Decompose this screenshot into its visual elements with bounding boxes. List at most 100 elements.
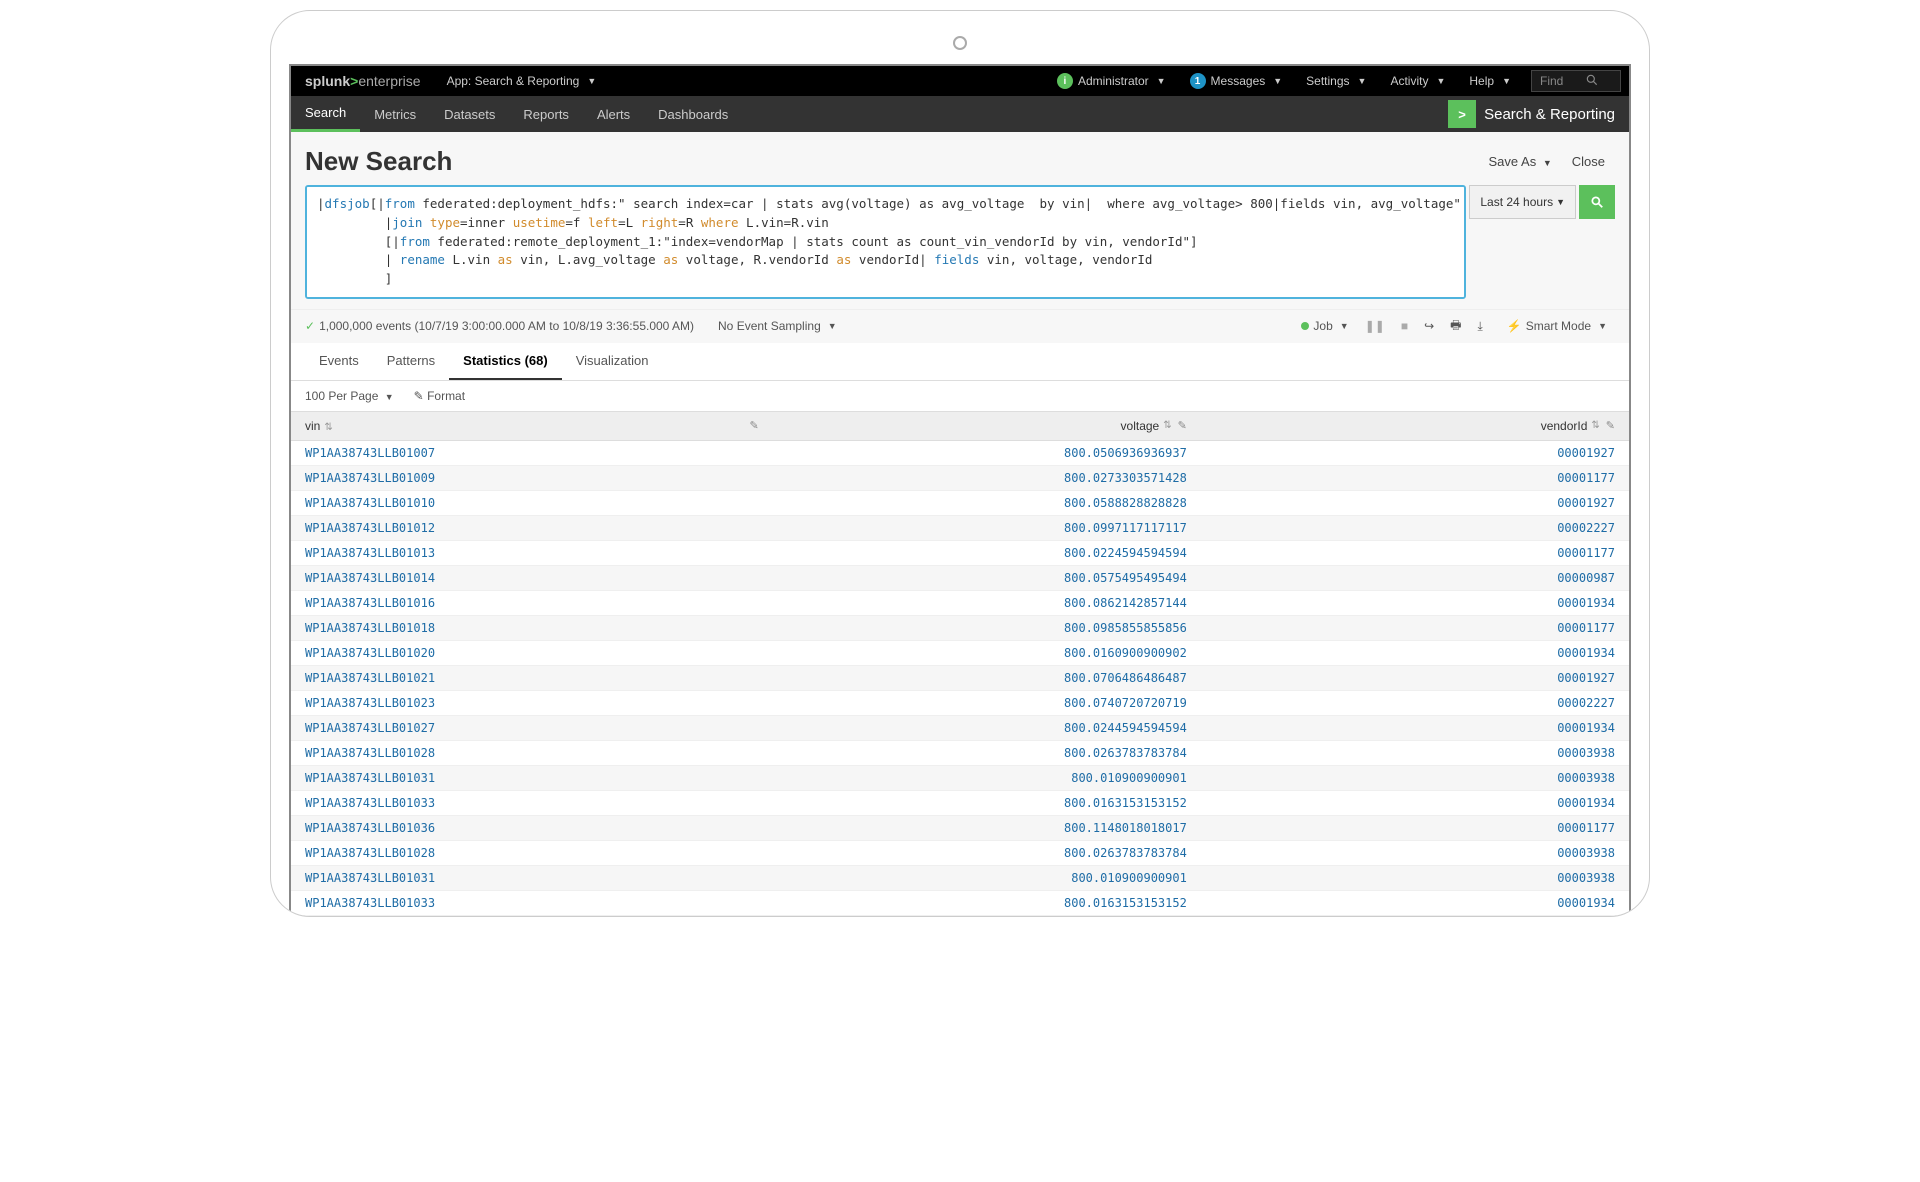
cell-voltage[interactable]: 800.0163153153152 bbox=[773, 790, 1201, 815]
search-query-input[interactable]: |dfsjob[|from federated:deployment_hdfs:… bbox=[305, 185, 1466, 299]
cell-vin[interactable]: WP1AA38743LLB01021 bbox=[291, 665, 773, 690]
cell-vendorid[interactable]: 00001934 bbox=[1201, 890, 1629, 915]
cell-vin[interactable]: WP1AA38743LLB01036 bbox=[291, 815, 773, 840]
cell-vendorid[interactable]: 00001934 bbox=[1201, 640, 1629, 665]
find-input[interactable]: Find bbox=[1531, 70, 1621, 92]
admin-menu[interactable]: i Administrator▼ bbox=[1045, 73, 1178, 89]
cell-vendorid[interactable]: 00002227 bbox=[1201, 690, 1629, 715]
search-submit-button[interactable] bbox=[1579, 185, 1615, 219]
per-page-selector[interactable]: 100 Per Page ▼ bbox=[305, 389, 394, 403]
tab-patterns[interactable]: Patterns bbox=[373, 343, 449, 380]
cell-vendorid[interactable]: 00001934 bbox=[1201, 590, 1629, 615]
table-row[interactable]: WP1AA38743LLB01028800.026378378378400003… bbox=[291, 840, 1629, 865]
cell-vin[interactable]: WP1AA38743LLB01020 bbox=[291, 640, 773, 665]
messages-menu[interactable]: 1 Messages▼ bbox=[1178, 73, 1295, 89]
cell-voltage[interactable]: 800.0706486486487 bbox=[773, 665, 1201, 690]
share-button[interactable]: ↪ bbox=[1416, 319, 1442, 333]
cell-voltage[interactable]: 800.0506936936937 bbox=[773, 440, 1201, 465]
table-row[interactable]: WP1AA38743LLB01023800.074072072071900002… bbox=[291, 690, 1629, 715]
cell-vin[interactable]: WP1AA38743LLB01031 bbox=[291, 865, 773, 890]
column-header-voltage[interactable]: voltage⇅ ✎ bbox=[773, 411, 1201, 440]
cell-vin[interactable]: WP1AA38743LLB01010 bbox=[291, 490, 773, 515]
print-button[interactable]: 🖶 bbox=[1442, 316, 1469, 337]
nav-search[interactable]: Search bbox=[291, 96, 360, 132]
tab-statistics[interactable]: Statistics (68) bbox=[449, 343, 562, 380]
export-button[interactable]: ⤓ bbox=[1469, 319, 1490, 334]
cell-vin[interactable]: WP1AA38743LLB01033 bbox=[291, 790, 773, 815]
cell-vendorid[interactable]: 00000987 bbox=[1201, 565, 1629, 590]
cell-vin[interactable]: WP1AA38743LLB01009 bbox=[291, 465, 773, 490]
cell-vendorid[interactable]: 00001934 bbox=[1201, 715, 1629, 740]
cell-vendorid[interactable]: 00003938 bbox=[1201, 740, 1629, 765]
cell-voltage[interactable]: 800.0263783783784 bbox=[773, 840, 1201, 865]
cell-vendorid[interactable]: 00003938 bbox=[1201, 765, 1629, 790]
cell-vendorid[interactable]: 00002227 bbox=[1201, 515, 1629, 540]
nav-reports[interactable]: Reports bbox=[509, 96, 583, 132]
table-row[interactable]: WP1AA38743LLB01033800.016315315315200001… bbox=[291, 790, 1629, 815]
table-row[interactable]: WP1AA38743LLB01009800.027330357142800001… bbox=[291, 465, 1629, 490]
cell-vendorid[interactable]: 00001177 bbox=[1201, 815, 1629, 840]
nav-datasets[interactable]: Datasets bbox=[430, 96, 509, 132]
cell-vendorid[interactable]: 00001927 bbox=[1201, 490, 1629, 515]
job-menu[interactable]: Job ▼ bbox=[1293, 319, 1356, 333]
column-header-vin[interactable]: vin⇅ ✎ bbox=[291, 411, 773, 440]
cell-vin[interactable]: WP1AA38743LLB01007 bbox=[291, 440, 773, 465]
table-row[interactable]: WP1AA38743LLB01021800.070648648648700001… bbox=[291, 665, 1629, 690]
table-row[interactable]: WP1AA38743LLB01020800.016090090090200001… bbox=[291, 640, 1629, 665]
cell-voltage[interactable]: 800.1148018018017 bbox=[773, 815, 1201, 840]
cell-vendorid[interactable]: 00003938 bbox=[1201, 840, 1629, 865]
help-menu[interactable]: Help▼ bbox=[1457, 74, 1523, 88]
cell-vin[interactable]: WP1AA38743LLB01016 bbox=[291, 590, 773, 615]
cell-voltage[interactable]: 800.0575495495494 bbox=[773, 565, 1201, 590]
cell-vendorid[interactable]: 00001177 bbox=[1201, 540, 1629, 565]
cell-vendorid[interactable]: 00001177 bbox=[1201, 615, 1629, 640]
cell-voltage[interactable]: 800.0862142857144 bbox=[773, 590, 1201, 615]
cell-vin[interactable]: WP1AA38743LLB01028 bbox=[291, 840, 773, 865]
event-sampling-menu[interactable]: No Event Sampling ▼ bbox=[710, 319, 845, 333]
cell-voltage[interactable]: 800.0997117117117 bbox=[773, 515, 1201, 540]
cell-voltage[interactable]: 800.0160900900902 bbox=[773, 640, 1201, 665]
cell-vin[interactable]: WP1AA38743LLB01023 bbox=[291, 690, 773, 715]
cell-vendorid[interactable]: 00003938 bbox=[1201, 865, 1629, 890]
nav-metrics[interactable]: Metrics bbox=[360, 96, 430, 132]
table-row[interactable]: WP1AA38743LLB01036800.114801801801700001… bbox=[291, 815, 1629, 840]
table-row[interactable]: WP1AA38743LLB01033800.016315315315200001… bbox=[291, 890, 1629, 915]
pause-button[interactable]: ❚❚ bbox=[1357, 319, 1393, 333]
cell-voltage[interactable]: 800.0263783783784 bbox=[773, 740, 1201, 765]
cell-voltage[interactable]: 800.0273303571428 bbox=[773, 465, 1201, 490]
table-row[interactable]: WP1AA38743LLB01018800.098585585585600001… bbox=[291, 615, 1629, 640]
column-header-vendorid[interactable]: vendorId⇅ ✎ bbox=[1201, 411, 1629, 440]
cell-voltage[interactable]: 800.0985855855856 bbox=[773, 615, 1201, 640]
search-mode-menu[interactable]: ⚡ Smart Mode ▼ bbox=[1499, 319, 1615, 333]
cell-vin[interactable]: WP1AA38743LLB01013 bbox=[291, 540, 773, 565]
activity-menu[interactable]: Activity▼ bbox=[1378, 74, 1457, 88]
pencil-icon[interactable]: ✎ bbox=[749, 419, 758, 432]
cell-voltage[interactable]: 800.010900900901 bbox=[773, 865, 1201, 890]
nav-alerts[interactable]: Alerts bbox=[583, 96, 644, 132]
cell-vendorid[interactable]: 00001927 bbox=[1201, 440, 1629, 465]
cell-vin[interactable]: WP1AA38743LLB01014 bbox=[291, 565, 773, 590]
table-row[interactable]: WP1AA38743LLB01027800.024459459459400001… bbox=[291, 715, 1629, 740]
cell-voltage[interactable]: 800.0588828828828 bbox=[773, 490, 1201, 515]
format-button[interactable]: ✎ Format bbox=[414, 389, 465, 403]
cell-vin[interactable]: WP1AA38743LLB01012 bbox=[291, 515, 773, 540]
cell-voltage[interactable]: 800.010900900901 bbox=[773, 765, 1201, 790]
cell-voltage[interactable]: 800.0244594594594 bbox=[773, 715, 1201, 740]
save-as-button[interactable]: Save As ▼ bbox=[1479, 154, 1562, 169]
pencil-icon[interactable]: ✎ bbox=[1606, 419, 1615, 432]
close-button[interactable]: Close bbox=[1562, 154, 1615, 169]
table-row[interactable]: WP1AA38743LLB01012800.099711711711700002… bbox=[291, 515, 1629, 540]
cell-vin[interactable]: WP1AA38743LLB01018 bbox=[291, 615, 773, 640]
table-row[interactable]: WP1AA38743LLB01013800.022459459459400001… bbox=[291, 540, 1629, 565]
table-row[interactable]: WP1AA38743LLB01007800.050693693693700001… bbox=[291, 440, 1629, 465]
pencil-icon[interactable]: ✎ bbox=[1178, 419, 1187, 432]
tab-events[interactable]: Events bbox=[305, 343, 373, 380]
nav-dashboards[interactable]: Dashboards bbox=[644, 96, 742, 132]
table-row[interactable]: WP1AA38743LLB01031800.010900900901000039… bbox=[291, 865, 1629, 890]
cell-voltage[interactable]: 800.0224594594594 bbox=[773, 540, 1201, 565]
time-range-picker[interactable]: Last 24 hours ▼ bbox=[1469, 185, 1576, 219]
stop-button[interactable]: ■ bbox=[1393, 319, 1416, 333]
cell-voltage[interactable]: 800.0163153153152 bbox=[773, 890, 1201, 915]
table-row[interactable]: WP1AA38743LLB01016800.086214285714400001… bbox=[291, 590, 1629, 615]
cell-vin[interactable]: WP1AA38743LLB01033 bbox=[291, 890, 773, 915]
